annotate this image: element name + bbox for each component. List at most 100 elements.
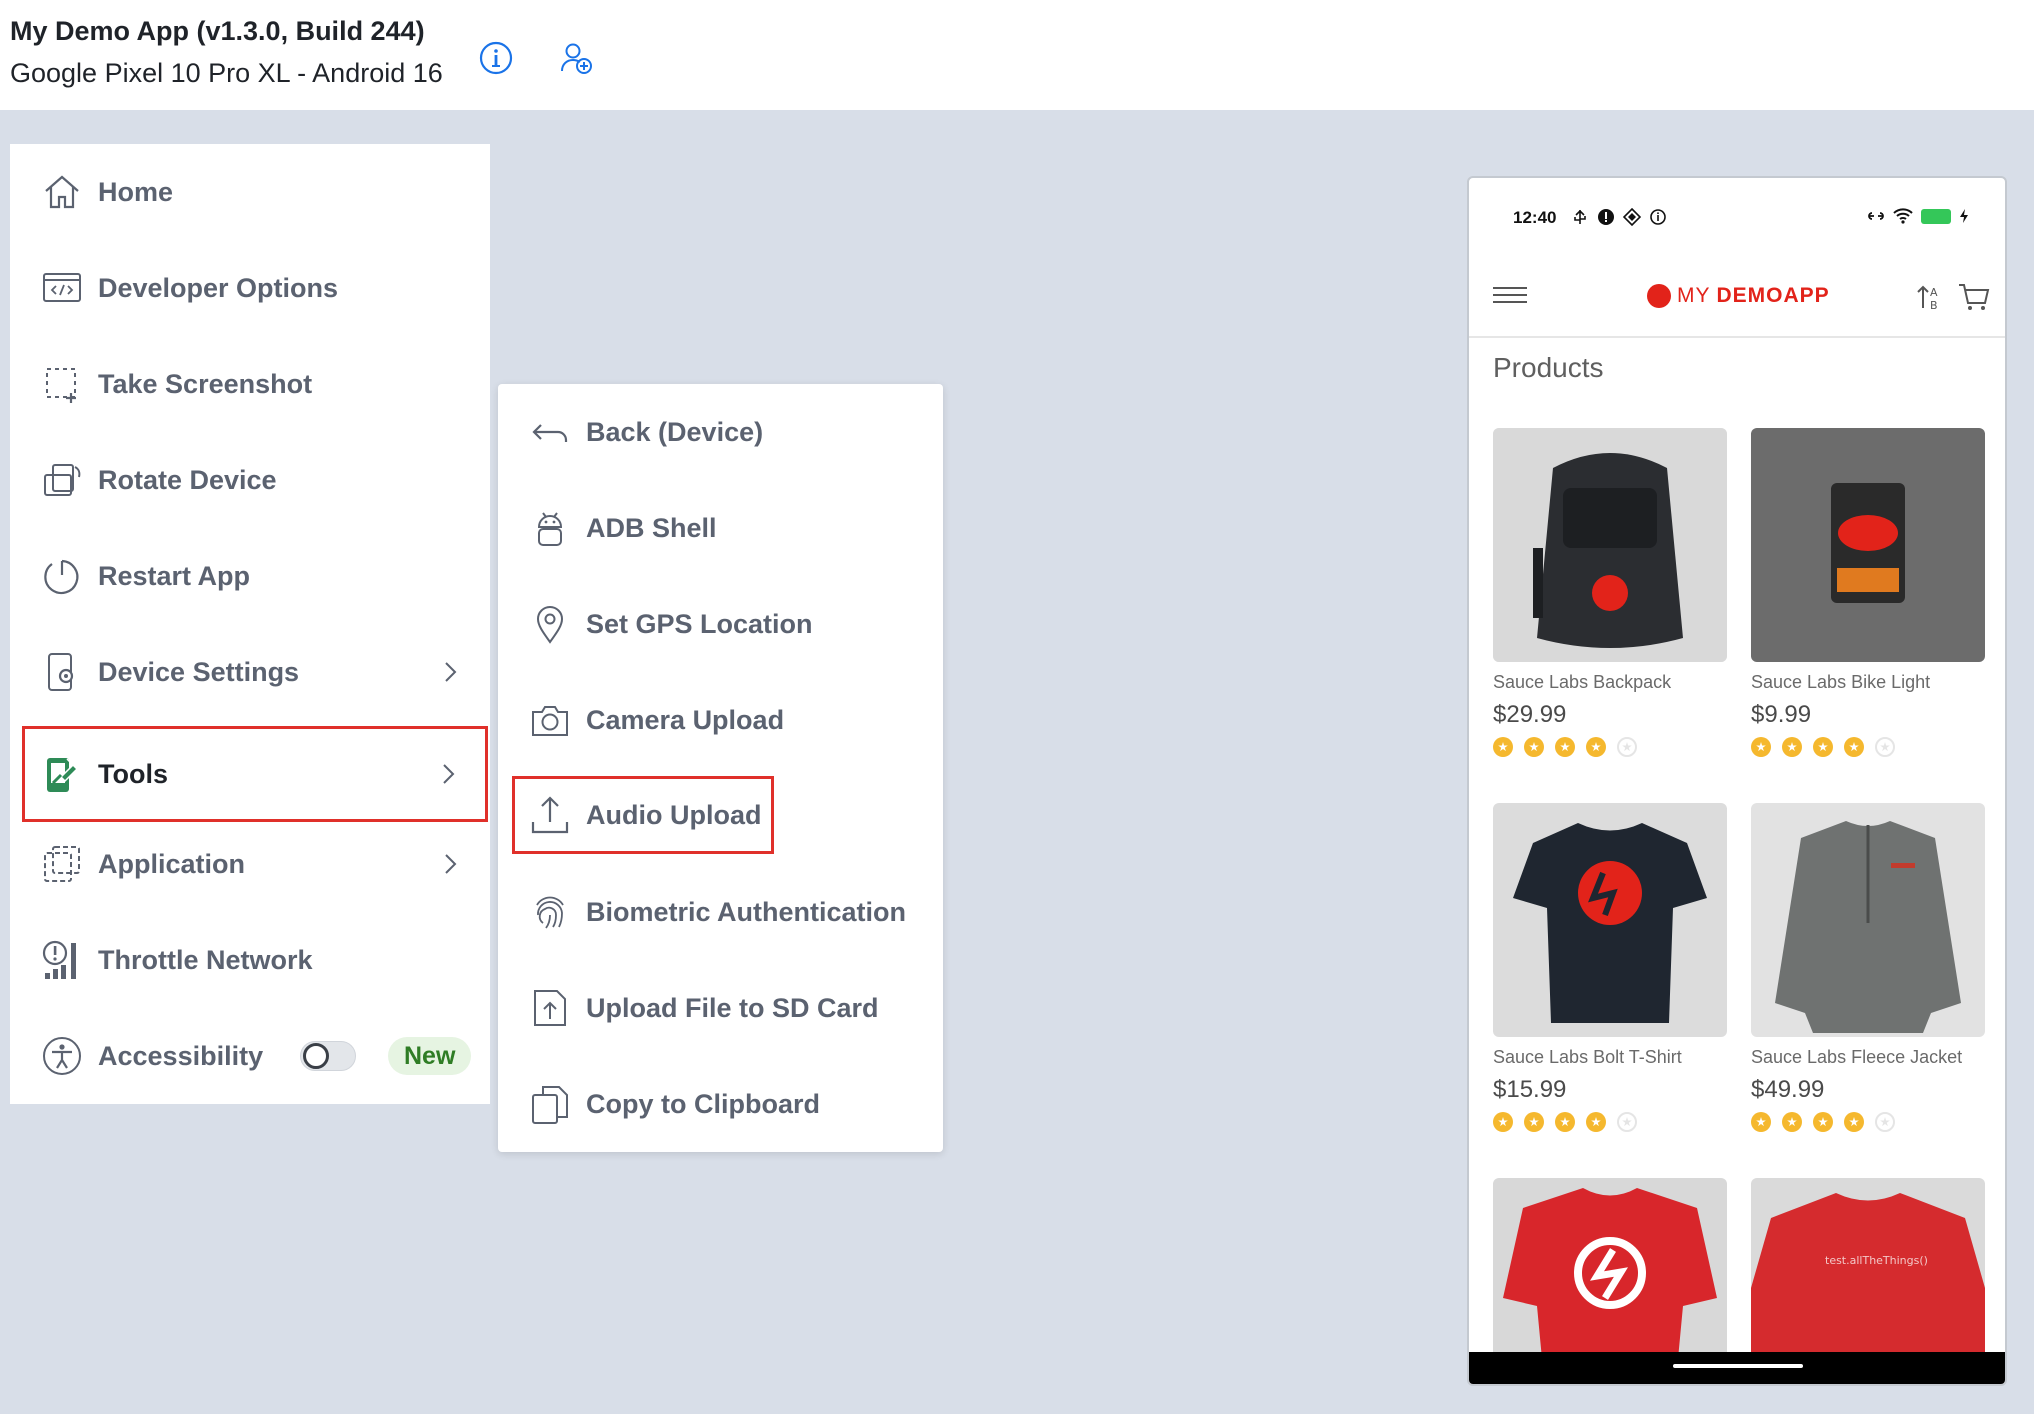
home-icon [40, 170, 84, 214]
fingerprint-icon [528, 890, 572, 934]
sauce-logo-icon [1647, 284, 1671, 308]
product-card[interactable]: Sauce Labs Bolt T-Shirt $15.99 [1493, 803, 1727, 1132]
menu-item-device-settings[interactable]: Device Settings [10, 624, 490, 720]
submenu-item-biometric-authentication[interactable]: Biometric Authentication [498, 864, 943, 960]
submenu-item-set-gps-location[interactable]: Set GPS Location [498, 576, 943, 672]
submenu-item-back-device[interactable]: Back (Device) [498, 384, 943, 480]
usb-icon [1571, 208, 1589, 226]
svg-text:A: A [1930, 286, 1938, 299]
device-screen[interactable]: 12:40 MY DEMOAPP AB Products Sauce Labs B… [1467, 176, 2007, 1386]
submenu-item-camera-upload[interactable]: Camera Upload [498, 672, 943, 768]
star-filled-icon[interactable] [1586, 737, 1606, 757]
product-image-black-backpack[interactable] [1493, 428, 1727, 662]
brand-my: MY [1677, 284, 1711, 307]
star-filled-icon[interactable] [1493, 1112, 1513, 1132]
chevron-right-icon [445, 854, 457, 874]
product-card[interactable]: Sauce Labs Bike Light $9.99 [1751, 428, 1985, 757]
status-time: 12:40 [1513, 208, 1557, 227]
submenu-item-adb-shell[interactable]: ADB Shell [498, 480, 943, 576]
submenu-item-copy-to-clipboard[interactable]: Copy to Clipboard [498, 1056, 943, 1152]
clipboard-icon [528, 1082, 572, 1126]
device-settings-icon [40, 650, 84, 694]
star-filled-icon[interactable] [1813, 737, 1833, 757]
submenu-item-audio-upload[interactable]: Audio Upload [512, 776, 774, 854]
products-heading: Products [1493, 352, 1604, 383]
submenu-item-upload-file-to-sd-card[interactable]: Upload File to SD Card [498, 960, 943, 1056]
star-empty-icon[interactable] [1617, 1112, 1637, 1132]
menu-item-label: Rotate Device [98, 464, 277, 495]
throttle-network-icon [40, 938, 84, 982]
product-price: $49.99 [1751, 1076, 1825, 1103]
back-arrow-icon [528, 410, 572, 454]
star-empty-icon[interactable] [1875, 1112, 1895, 1132]
submenu-item-label: Camera Upload [586, 704, 785, 735]
star-filled-icon[interactable] [1813, 1112, 1833, 1132]
restart-icon [40, 554, 84, 598]
star-filled-icon[interactable] [1555, 1112, 1575, 1132]
star-filled-icon[interactable] [1751, 1112, 1771, 1132]
star-filled-icon[interactable] [1493, 737, 1513, 757]
svg-text:B: B [1930, 299, 1938, 312]
accessibility-icon [40, 1034, 84, 1078]
menu-item-restart-app[interactable]: Restart App [10, 528, 490, 624]
menu-item-take-screenshot[interactable]: Take Screenshot [10, 336, 490, 432]
star-filled-icon[interactable] [1586, 1112, 1606, 1132]
home-gesture-handle[interactable] [1673, 1364, 1803, 1368]
star-empty-icon[interactable] [1617, 737, 1637, 757]
status-notification-icons [1571, 207, 1667, 227]
wifi-icon [1893, 208, 1913, 224]
star-filled-icon[interactable] [1844, 1112, 1864, 1132]
top-header: My Demo App (v1.3.0, Build 244) Google P… [0, 0, 2034, 110]
menu-item-label: Accessibility [98, 1040, 264, 1071]
product-image-red-bike-light[interactable] [1751, 428, 1985, 662]
screenshot-icon [40, 362, 84, 406]
menu-item-label: Tools [98, 758, 168, 789]
menu-item-throttle-network[interactable]: Throttle Network [10, 912, 490, 1008]
rating-stars [1493, 1112, 1727, 1132]
product-image-black-tshirt[interactable] [1493, 803, 1727, 1037]
charging-icon [1960, 209, 1968, 223]
star-filled-icon[interactable] [1782, 737, 1802, 757]
menu-item-developer-options[interactable]: Developer Options [10, 240, 490, 336]
app-logo: MY DEMOAPP [1647, 284, 1830, 308]
device-name: Google Pixel 10 Pro XL - Android 16 [10, 58, 443, 88]
menu-item-home[interactable]: Home [10, 144, 490, 240]
rating-stars [1751, 737, 1985, 757]
submenu-item-label: Audio Upload [586, 799, 762, 830]
menu-item-tools[interactable]: Tools [22, 726, 488, 822]
gesture-nav-bar [1469, 1352, 2005, 1384]
chevron-right-icon [443, 764, 455, 784]
product-image-grey-fleece-jacket[interactable] [1751, 803, 1985, 1037]
code-window-icon [40, 266, 84, 310]
star-empty-icon[interactable] [1875, 737, 1895, 757]
product-price: $9.99 [1751, 701, 1812, 728]
star-filled-icon[interactable] [1782, 1112, 1802, 1132]
star-filled-icon[interactable] [1555, 737, 1575, 757]
sort-icon[interactable]: AB [1915, 282, 1945, 312]
menu-item-rotate-device[interactable]: Rotate Device [10, 432, 490, 528]
app-title: My Demo App (v1.3.0, Build 244) [10, 16, 425, 46]
star-filled-icon[interactable] [1524, 1112, 1544, 1132]
star-filled-icon[interactable] [1524, 737, 1544, 757]
accessibility-toggle[interactable] [300, 1041, 356, 1071]
product-card[interactable]: Sauce Labs Fleece Jacket $49.99 [1751, 803, 1985, 1132]
product-card[interactable]: Sauce Labs Backpack $29.99 [1493, 428, 1727, 757]
info-icon[interactable] [476, 38, 516, 78]
product-name: Sauce Labs Fleece Jacket [1751, 1047, 1963, 1067]
menu-item-label: Device Settings [98, 656, 300, 687]
battery-icon [1921, 208, 1951, 224]
cart-icon[interactable] [1957, 280, 1991, 314]
menu-item-label: Developer Options [98, 272, 339, 303]
hamburger-menu-icon[interactable] [1493, 282, 1527, 312]
menu-item-application[interactable]: Application [10, 816, 490, 912]
diamond-icon [1622, 207, 1642, 227]
app-bar: MY DEMOAPP AB [1469, 258, 2005, 338]
add-user-icon[interactable] [556, 38, 596, 78]
star-filled-icon[interactable] [1751, 737, 1771, 757]
tools-submenu: Back (Device) ADB Shell Set GPS Location… [498, 384, 943, 1152]
location-pin-icon [528, 602, 572, 646]
menu-item-label: Home [98, 176, 174, 207]
submenu-item-label: Back (Device) [586, 416, 764, 447]
star-filled-icon[interactable] [1844, 737, 1864, 757]
application-icon [40, 842, 84, 886]
